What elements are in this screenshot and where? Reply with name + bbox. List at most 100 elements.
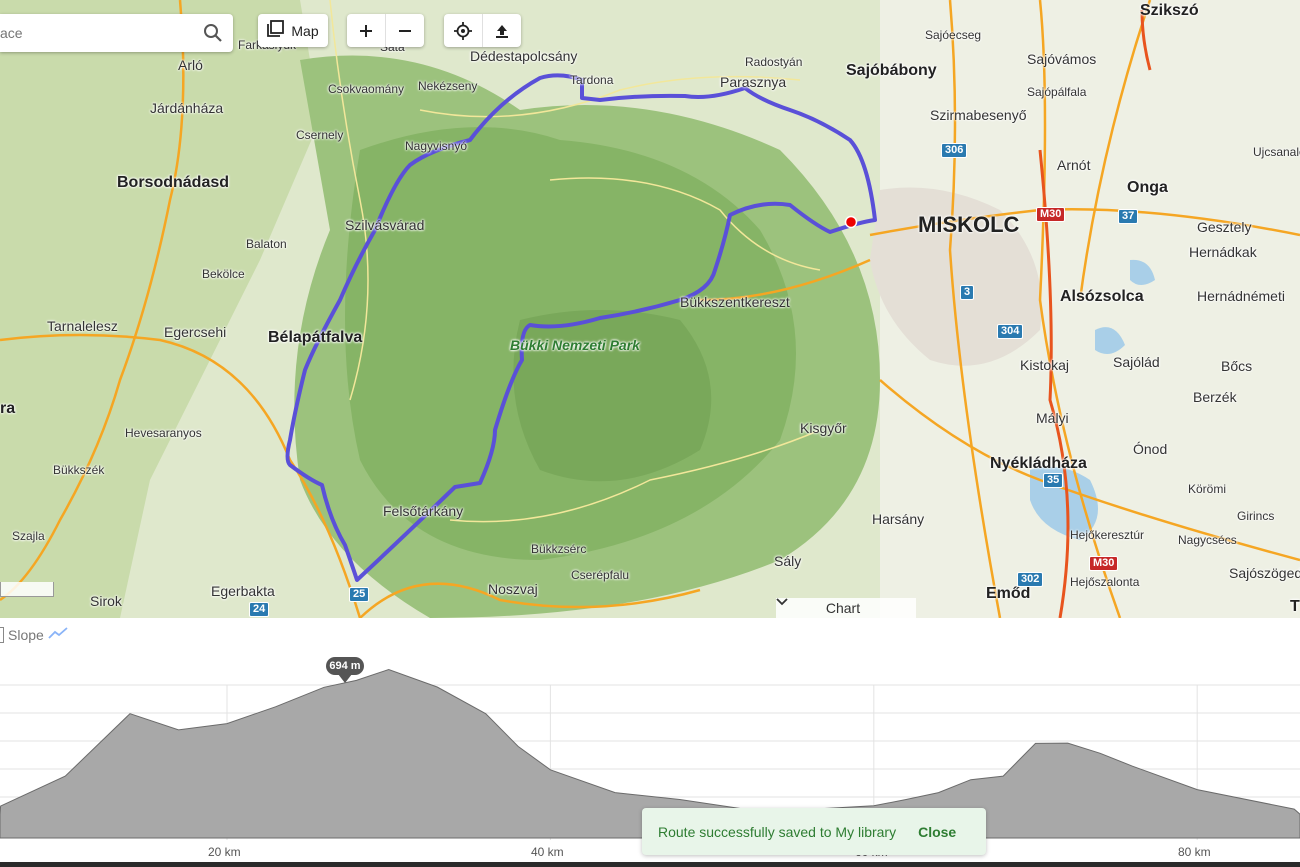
place-label: Bekölce — [202, 267, 245, 281]
map-button-label: Map — [291, 22, 319, 39]
peak-elevation-marker: 694 m — [326, 657, 364, 675]
place-label: Bőcs — [1221, 358, 1253, 374]
road-number-shield: 37 — [1118, 209, 1139, 224]
map-layers-button[interactable]: Map — [258, 14, 328, 47]
plus-icon — [360, 24, 372, 37]
place-label: Egerbakta — [211, 583, 275, 599]
map-view[interactable]: SzikszóSajóecsegArlóFarkaslyukSátaDédest… — [0, 0, 1300, 618]
place-label: Sály — [774, 553, 802, 569]
place-label: Járdánháza — [150, 100, 224, 116]
place-label: Nagycsécs — [1178, 533, 1237, 547]
place-label: Gesztely — [1197, 219, 1252, 235]
place-label: Alsózsolca — [1060, 288, 1144, 305]
axis-label-80km: 80 km — [1178, 845, 1211, 859]
road-number-shield: 25 — [349, 587, 370, 602]
place-label: Ónod — [1133, 441, 1168, 457]
place-label: T — [1290, 598, 1300, 615]
road-number-shield: 306 — [941, 143, 968, 158]
zoom-out-button[interactable] — [386, 14, 424, 47]
place-label: Sajópálfala — [1027, 85, 1087, 99]
place-label: Ujcsanalos — [1253, 145, 1300, 159]
scale-bar — [0, 582, 54, 597]
place-label: Nyékládháza — [990, 455, 1087, 472]
upload-icon — [496, 24, 508, 38]
place-label: Bélapátfalva — [268, 329, 363, 346]
place-label: Kistokaj — [1020, 357, 1070, 373]
axis-label-40km: 40 km — [531, 845, 564, 859]
road-number-shield: 35 — [1043, 473, 1064, 488]
road-number-shield: M30 — [1089, 556, 1119, 571]
place-label: Mályi — [1036, 410, 1069, 426]
place-label: Hejőkeresztúr — [1070, 528, 1145, 542]
road-number-shield: 304 — [997, 324, 1024, 339]
zoom-in-button[interactable] — [347, 14, 386, 47]
place-label: MISKOLC — [918, 212, 1020, 237]
place-label: Balaton — [246, 237, 287, 251]
place-label: Sajólád — [1113, 354, 1160, 370]
place-label: Szilvásvárad — [345, 217, 425, 233]
place-label: Emőd — [986, 585, 1031, 602]
place-label: Onga — [1127, 179, 1168, 196]
place-label: Dédestapolcsány — [470, 48, 578, 64]
place-label: Kisgyőr — [800, 420, 847, 436]
place-label: Sajóvámos — [1027, 51, 1097, 67]
crosshair-icon — [454, 21, 472, 40]
place-label: Cserépfalu — [571, 568, 630, 582]
place-label: Sajóbábony — [846, 62, 937, 79]
place-label: Noszvaj — [488, 581, 538, 597]
place-label: Felsőtárkány — [383, 503, 464, 519]
place-label: ra — [0, 400, 16, 417]
place-label: Tarnalelesz — [47, 318, 118, 334]
peak-pointer — [338, 674, 352, 683]
toast-close-button[interactable]: Close — [918, 824, 956, 840]
export-button[interactable] — [483, 14, 521, 47]
chart-toggle-button[interactable]: Chart — [776, 598, 916, 618]
place-label: Sajóecseg — [925, 28, 982, 42]
place-label: Nekézseny — [418, 79, 478, 93]
search-icon[interactable] — [203, 23, 223, 48]
place-label: Bükkszék — [53, 463, 105, 477]
place-label: Bükkszentkereszt — [680, 294, 790, 310]
window-bottom-bar — [0, 862, 1300, 867]
locate-me-button[interactable] — [444, 14, 483, 47]
place-label: Egercsehi — [164, 324, 227, 340]
map-terrain — [0, 0, 1300, 618]
location-controls — [444, 14, 521, 47]
place-label: Borsodnádasd — [117, 174, 230, 191]
place-label: Arnót — [1057, 157, 1091, 173]
road-number-shield: M30 — [1036, 207, 1066, 222]
search-box[interactable] — [0, 14, 233, 52]
place-label: Szikszó — [1140, 2, 1199, 19]
place-label: Csernely — [296, 128, 344, 142]
place-label: Hernádkak — [1189, 244, 1257, 260]
layers-icon — [267, 20, 285, 41]
place-label: Girincs — [1237, 509, 1275, 523]
toast-message: Route successfully saved to My library — [658, 823, 897, 840]
save-success-toast: Route successfully saved to My library C… — [642, 808, 986, 855]
road-number-shield: 24 — [249, 602, 270, 617]
minus-icon — [399, 29, 411, 32]
place-label: Hejőszalonta — [1070, 575, 1140, 589]
place-label: Bükkzsérc — [531, 542, 587, 556]
place-label: Szajla — [12, 529, 45, 543]
place-label: Csokvaomány — [328, 82, 405, 96]
place-label: Tardona — [570, 73, 614, 87]
place-label: Hernádnémeti — [1197, 288, 1285, 304]
place-label: Szirmabesenyő — [930, 107, 1027, 123]
search-input[interactable] — [0, 24, 192, 42]
place-label: Hevesaranyos — [125, 426, 202, 440]
place-label: Parasznya — [720, 74, 787, 90]
park-label: Bükki Nemzeti Park — [510, 337, 640, 353]
place-label: Nagyvisnyó — [405, 139, 468, 153]
place-label: Arló — [178, 57, 203, 73]
place-label: Radostyán — [745, 55, 803, 69]
axis-label-20km: 20 km — [208, 845, 241, 859]
place-label: Harsány — [872, 511, 925, 527]
place-label: Berzék — [1193, 389, 1237, 405]
zoom-controls — [347, 14, 424, 47]
road-number-shield: 3 — [960, 285, 975, 300]
place-label: Sirok — [90, 593, 122, 609]
road-number-shield: 302 — [1017, 572, 1044, 587]
place-label: Körömi — [1188, 482, 1227, 496]
chart-toggle-label: Chart — [825, 600, 861, 616]
